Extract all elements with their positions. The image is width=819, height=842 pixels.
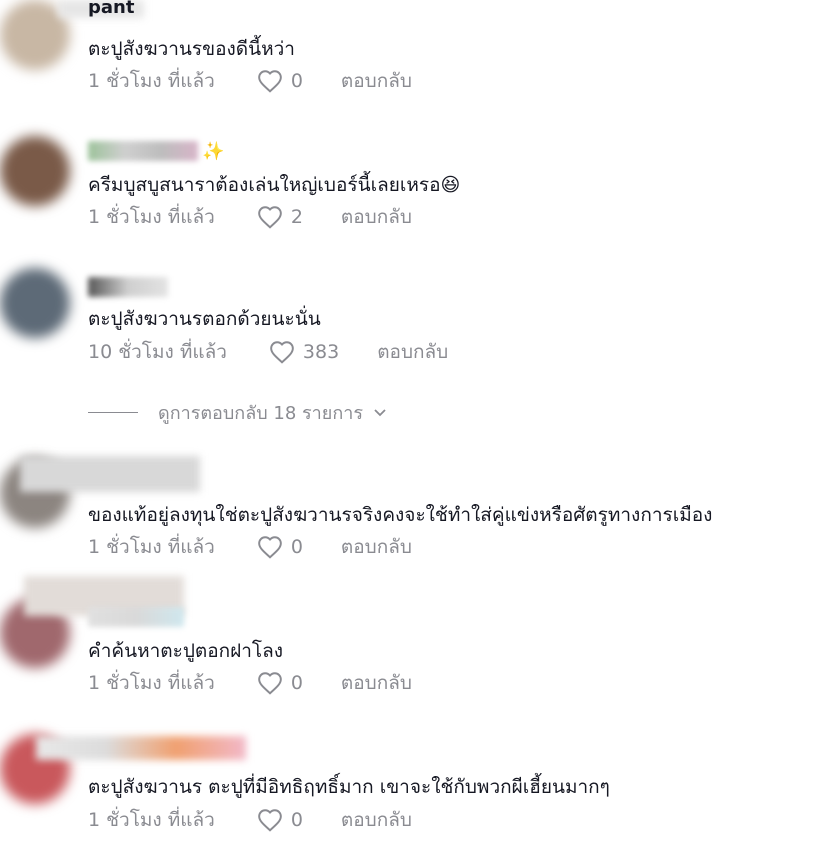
reply-button[interactable]: ตอบกลับ [341, 805, 412, 835]
reply-button[interactable]: ตอบกลับ [341, 668, 412, 698]
view-replies-label: ดูการตอบกลับ 18 รายการ [158, 403, 363, 424]
comment-item: ของแท้อยู่ลงทุนใช่ตะปูสังฆวานรจริงคงจะใช… [0, 456, 819, 566]
heart-outline-icon[interactable] [257, 205, 283, 229]
comment-text: ของแท้อยู่ลงทุนใช่ตะปูสังฆวานรจริงคงจะใช… [88, 504, 713, 526]
comment-meta: 1 ชั่วโมง ที่แล้ว 0 ตอบกลับ [88, 66, 412, 96]
comment-text: ตะปูสังฆวานรของดีนี้หว่า [88, 38, 295, 60]
reply-button[interactable]: ตอบกลับ [341, 202, 412, 232]
heart-outline-icon[interactable] [269, 340, 295, 364]
comment-text: คำค้นหาตะปูตอกฝาโลง [88, 640, 284, 662]
comment-item: pant ตะปูสังฆวานรของดีนี้หว่า 1 ชั่วโมง … [0, 0, 819, 100]
reply-button[interactable]: ตอบกลับ [341, 66, 412, 96]
username[interactable] [88, 606, 184, 628]
comment-text: ตะปูสังฆวานร ตะปูที่มีอิทธิฤทธิ์มาก เขาจ… [88, 776, 610, 798]
username[interactable]: ✨ [88, 140, 224, 162]
comment-meta: 10 ชั่วโมง ที่แล้ว 383 ตอบกลับ [88, 337, 448, 367]
laughing-emoji: 😆 [440, 174, 461, 196]
like-button[interactable]: 0 [257, 69, 303, 93]
like-count: 0 [290, 809, 303, 831]
comment-item: ตะปูสังฆวานร ตะปูที่มีอิทธิฤทธิ์มาก เขาจ… [0, 714, 819, 842]
like-button[interactable]: 0 [257, 535, 303, 559]
like-count: 0 [290, 536, 303, 558]
view-replies-button[interactable]: ดูการตอบกลับ 18 รายการ [88, 398, 387, 427]
comment-item: ✨ ครีมบูสบูสนาราต้องเล่นใหญ่เบอร์นี้เลยเ… [0, 130, 819, 240]
comment-meta: 1 ชั่วโมง ที่แล้ว 0 ตอบกลับ [88, 532, 412, 562]
like-button[interactable]: 2 [257, 205, 303, 229]
like-count: 0 [290, 672, 303, 694]
heart-outline-icon[interactable] [257, 671, 283, 695]
comment-time: 1 ชั่วโมง ที่แล้ว [88, 809, 215, 831]
username-redacted[interactable] [88, 607, 184, 627]
comment-time: 1 ชั่วโมง ที่แล้ว [88, 70, 215, 92]
username[interactable] [88, 276, 168, 298]
heart-outline-icon[interactable] [257, 69, 283, 93]
comment-meta: 1 ชั่วโมง ที่แล้ว 2 ตอบกลับ [88, 202, 412, 232]
divider-line [88, 412, 138, 413]
comment-meta: 1 ชั่วโมง ที่แล้ว 0 ตอบกลับ [88, 805, 412, 835]
reply-button[interactable]: ตอบกลับ [377, 337, 448, 367]
like-count: 0 [290, 70, 303, 92]
comment-time: 1 ชั่วโมง ที่แล้ว [88, 206, 215, 228]
like-count: 2 [290, 206, 303, 228]
username-redacted[interactable] [88, 277, 168, 297]
comment-time: 1 ชั่วโมง ที่แล้ว [88, 672, 215, 694]
avatar[interactable] [0, 268, 70, 338]
like-button[interactable]: 0 [257, 671, 303, 695]
like-button[interactable]: 383 [269, 340, 339, 364]
comment-text-content: ครีมบูสบูสนาราต้องเล่นใหญ่เบอร์นี้เลยเหร… [88, 174, 441, 196]
reply-button[interactable]: ตอบกลับ [341, 532, 412, 562]
username-text[interactable]: pant [88, 0, 134, 18]
username-redacted[interactable] [88, 141, 198, 161]
heart-outline-icon[interactable] [257, 535, 283, 559]
heart-outline-icon[interactable] [257, 808, 283, 832]
avatar[interactable] [0, 136, 70, 206]
like-button[interactable]: 0 [257, 808, 303, 832]
comment-meta: 1 ชั่วโมง ที่แล้ว 0 ตอบกลับ [88, 668, 412, 698]
comment-time: 1 ชั่วโมง ที่แล้ว [88, 536, 215, 558]
comment-text: ครีมบูสบูสนาราต้องเล่นใหญ่เบอร์นี้เลยเหร… [88, 170, 460, 200]
comment-item: คำค้นหาตะปูตอกฝาโลง 1 ชั่วโมง ที่แล้ว 0 … [0, 576, 819, 696]
comment-item: ตะปูสังฆวานรตอกด้วยนะนั่น 10 ชั่วโมง ที่… [0, 268, 819, 368]
sparkles-emoji: ✨ [202, 140, 225, 162]
comment-time: 10 ชั่วโมง ที่แล้ว [88, 341, 227, 363]
like-count: 383 [302, 341, 340, 363]
comment-text: ตะปูสังฆวานรตอกด้วยนะนั่น [88, 308, 321, 330]
chevron-down-icon[interactable] [373, 408, 387, 418]
username[interactable]: pant [88, 0, 134, 18]
